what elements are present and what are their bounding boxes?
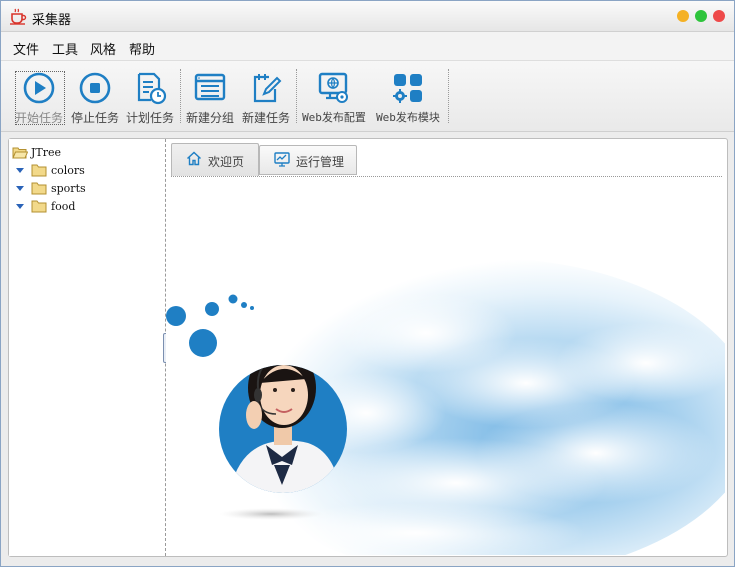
main-content: JTree colors sports food 欢迎页 运行管理 [8,138,728,557]
focus-indicator [15,71,65,125]
tree-root-label: JTree [31,146,62,159]
new-group-icon [194,73,226,101]
web-config-icon [318,72,348,103]
toolbar-separator [448,69,449,123]
web-module-icon [393,74,422,103]
new-task-icon [253,74,282,103]
web-module-button[interactable]: Web发布模块 [372,69,444,127]
new-group-label: 新建分组 [185,111,234,125]
schedule-task-button[interactable]: 计划任务 [122,69,178,127]
tree-panel[interactable]: JTree colors sports food [9,139,165,556]
welcome-illustration [166,183,725,555]
new-task-button[interactable]: 新建任务 [238,69,294,127]
folder-icon [31,164,47,177]
tree-item-label: sports [51,182,86,195]
schedule-task-label: 计划任务 [125,111,174,125]
schedule-icon [137,72,167,105]
web-module-label: Web发布模块 [376,111,440,124]
toolbar-separator [180,69,181,123]
folder-icon [31,200,47,213]
maximize-button[interactable] [695,10,707,22]
tab-run-management-label: 运行管理 [296,155,345,169]
tree-item-label: colors [51,164,85,177]
new-group-button[interactable]: 新建分组 [182,69,238,127]
new-task-label: 新建任务 [241,111,290,125]
web-config-label: Web发布配置 [302,111,366,124]
stop-icon [79,72,111,104]
stop-task-button[interactable]: 停止任务 [67,69,123,127]
menu-bar: 文件 工具 风格 帮助 [1,32,734,61]
toolbar: 开始任务 停止任务 计划任务 新建分组 新建任务 Web发布配置 Web发布模块 [1,61,734,132]
close-button[interactable] [713,10,725,22]
toolbar-separator [296,69,297,123]
monitor-chart-icon [274,152,290,167]
tab-strip: 欢迎页 运行管理 [171,143,723,177]
tab-welcome[interactable]: 欢迎页 [171,143,259,176]
tab-run-management[interactable]: 运行管理 [259,145,357,175]
tab-welcome-label: 欢迎页 [208,155,245,169]
tab-divider [171,176,722,177]
title-bar[interactable]: 采集器 [1,1,734,32]
expand-arrow-icon[interactable] [16,186,24,191]
expand-arrow-icon[interactable] [16,204,24,209]
folder-icon [31,182,47,195]
stop-task-label: 停止任务 [70,111,119,125]
menu-tools[interactable]: 工具 [52,39,78,58]
app-window: 采集器 文件 工具 风格 帮助 开始任务 停止任务 计划任务 新建分组 新建任务… [0,0,735,567]
open-folder-icon [12,147,28,159]
welcome-page [166,183,725,555]
minimize-button[interactable] [677,10,689,22]
menu-style[interactable]: 风格 [90,39,116,58]
tree-item-food[interactable]: food [16,199,156,215]
expand-arrow-icon[interactable] [16,168,24,173]
window-title: 采集器 [32,13,72,28]
menu-help[interactable]: 帮助 [129,39,155,58]
tree-item-label: food [51,200,76,213]
home-icon [186,151,202,166]
menu-file[interactable]: 文件 [13,39,39,58]
tree-item-colors[interactable]: colors [16,163,156,179]
web-config-button[interactable]: Web发布配置 [298,69,370,127]
cup-icon [10,8,27,25]
tree-item-sports[interactable]: sports [16,181,156,197]
